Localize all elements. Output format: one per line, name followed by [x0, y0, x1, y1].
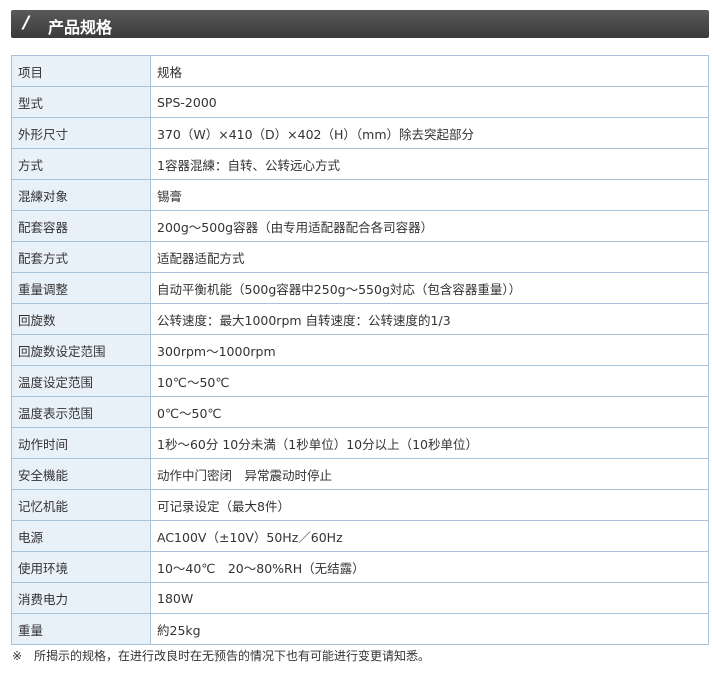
- spec-label: 使用环境: [11, 551, 151, 583]
- spec-label: 项目: [11, 55, 151, 87]
- spec-value: 0℃～50℃: [150, 396, 709, 428]
- spec-value: 公转速度：最大1000rpm 自转速度：公转速度的1/3: [150, 303, 709, 335]
- spec-label: 回旋数: [11, 303, 151, 335]
- spec-value: 1容器混練：自转、公转远心方式: [150, 148, 709, 180]
- spec-label: 配套方式: [11, 241, 151, 273]
- spec-label: 混練对象: [11, 179, 151, 211]
- spec-label: 安全機能: [11, 458, 151, 490]
- spec-value: AC100V（±10V）50Hz／60Hz: [150, 520, 709, 552]
- disclaimer-note: ※ 所揭示的规格，在进行改良时在无预告的情况下也有可能进行变更请知悉。: [12, 649, 431, 663]
- table-row: 重量调整 自动平衡机能（500g容器中250g～550g対応（包含容器重量））: [11, 272, 709, 304]
- spec-label: 重量调整: [11, 272, 151, 304]
- spec-label: 重量: [11, 613, 151, 645]
- spec-label: 温度设定范围: [11, 365, 151, 397]
- table-row: 回旋数设定范围 300rpm～1000rpm: [11, 334, 709, 366]
- table-row: 记忆机能 可记录设定（最大8件）: [11, 489, 709, 521]
- spec-value: 适配器适配方式: [150, 241, 709, 273]
- table-row: 使用环境 10～40℃ 20～80%RH（无结露）: [11, 551, 709, 583]
- table-row: 项目 规格: [11, 55, 709, 87]
- table-row: 方式 1容器混練：自转、公转远心方式: [11, 148, 709, 180]
- spec-label: 外形尺寸: [11, 117, 151, 149]
- spec-value: 10～40℃ 20～80%RH（无结露）: [150, 551, 709, 583]
- spec-value: 规格: [150, 55, 709, 87]
- table-row: 配套容器 200g～500g容器（由专用适配器配合各司容器）: [11, 210, 709, 242]
- table-row: 重量 約25kg: [11, 613, 709, 645]
- table-row: 外形尺寸 370（W）×410（D）×402（H）（mm）除去突起部分: [11, 117, 709, 149]
- spec-value: 锡膏: [150, 179, 709, 211]
- spec-value: 可记录设定（最大8件）: [150, 489, 709, 521]
- spec-value: 200g～500g容器（由专用适配器配合各司容器）: [150, 210, 709, 242]
- table-row: 混練对象 锡膏: [11, 179, 709, 211]
- spec-table-body: 项目 规格 型式 SPS-2000 外形尺寸 370（W）×410（D）×402（H）（m…: [11, 55, 709, 645]
- spec-value: 約25kg: [150, 613, 709, 645]
- spec-label: 方式: [11, 148, 151, 180]
- spec-label: 型式: [11, 86, 151, 118]
- spec-value: 10℃～50℃: [150, 365, 709, 397]
- spec-value: 自动平衡机能（500g容器中250g～550g対応（包含容器重量））: [150, 272, 709, 304]
- table-row: 动作时间 1秒～60分 10分未満（1秒单位）10分以上（10秒单位）: [11, 427, 709, 459]
- spec-label: 回旋数设定范围: [11, 334, 151, 366]
- table-row: 温度设定范围 10℃～50℃: [11, 365, 709, 397]
- spec-label: 记忆机能: [11, 489, 151, 521]
- table-row: 型式 SPS-2000: [11, 86, 709, 118]
- spec-value: 180W: [150, 582, 709, 614]
- section-header: // 产品规格: [11, 10, 709, 38]
- table-row: 消费电力 180W: [11, 582, 709, 614]
- table-row: 温度表示范围 0℃～50℃: [11, 396, 709, 428]
- spec-value: SPS-2000: [150, 86, 709, 118]
- spec-value: 370（W）×410（D）×402（H）（mm）除去突起部分: [150, 117, 709, 149]
- spec-value: 1秒～60分 10分未満（1秒单位）10分以上（10秒单位）: [150, 427, 709, 459]
- section-title: 产品规格: [48, 18, 113, 37]
- spec-label: 配套容器: [11, 210, 151, 242]
- spec-value: 300rpm～1000rpm: [150, 334, 709, 366]
- table-row: 电源 AC100V（±10V）50Hz／60Hz: [11, 520, 709, 552]
- spec-value: 动作中门密闭 异常震动时停止: [150, 458, 709, 490]
- table-row: 回旋数 公转速度：最大1000rpm 自转速度：公转速度的1/3: [11, 303, 709, 335]
- table-row: 安全機能 动作中门密闭 异常震动时停止: [11, 458, 709, 490]
- spec-label: 消费电力: [11, 582, 151, 614]
- spec-label: 温度表示范围: [11, 396, 151, 428]
- spec-label: 电源: [11, 520, 151, 552]
- spec-table: 项目 规格 型式 SPS-2000 外形尺寸 370（W）×410（D）×402（H）（m…: [11, 55, 709, 645]
- table-row: 配套方式 适配器适配方式: [11, 241, 709, 273]
- spec-label: 动作时间: [11, 427, 151, 459]
